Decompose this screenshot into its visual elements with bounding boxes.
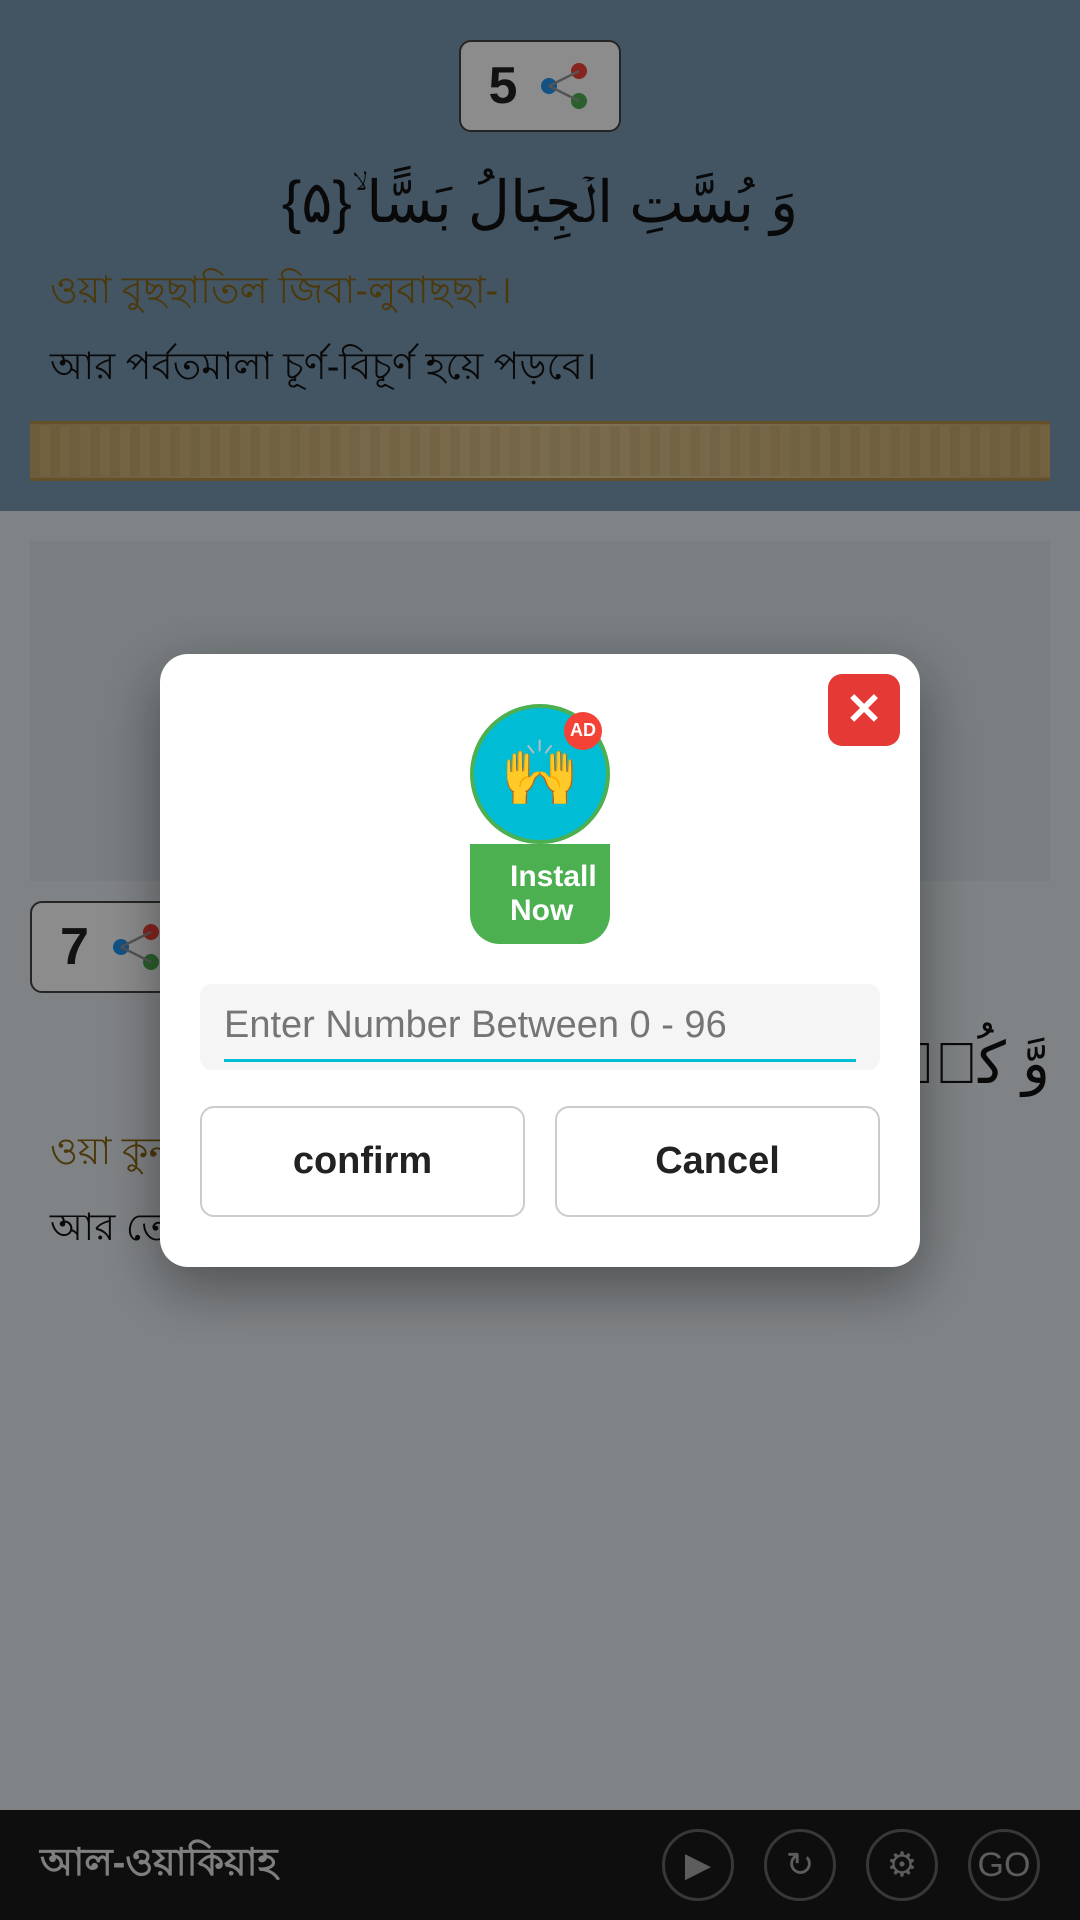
install-now-button[interactable]: Install Now <box>470 844 610 944</box>
close-icon: ✕ <box>846 688 883 732</box>
cancel-button[interactable]: Cancel <box>555 1106 880 1217</box>
number-input-wrapper <box>200 984 880 1070</box>
hands-icon: 🙌 <box>500 736 580 811</box>
number-input[interactable] <box>224 1004 856 1062</box>
ad-area: AD 🙌 Install Now <box>200 704 880 944</box>
ad-icon-wrapper[interactable]: AD 🙌 <box>470 704 610 844</box>
confirm-button[interactable]: confirm <box>200 1106 525 1217</box>
close-button[interactable]: ✕ <box>828 674 900 746</box>
dialog-overlay: ✕ AD 🙌 Install Now confirm Cancel <box>0 0 1080 1920</box>
ad-badge: AD <box>564 712 602 750</box>
number-entry-dialog: ✕ AD 🙌 Install Now confirm Cancel <box>160 654 920 1267</box>
dialog-buttons: confirm Cancel <box>200 1106 880 1217</box>
